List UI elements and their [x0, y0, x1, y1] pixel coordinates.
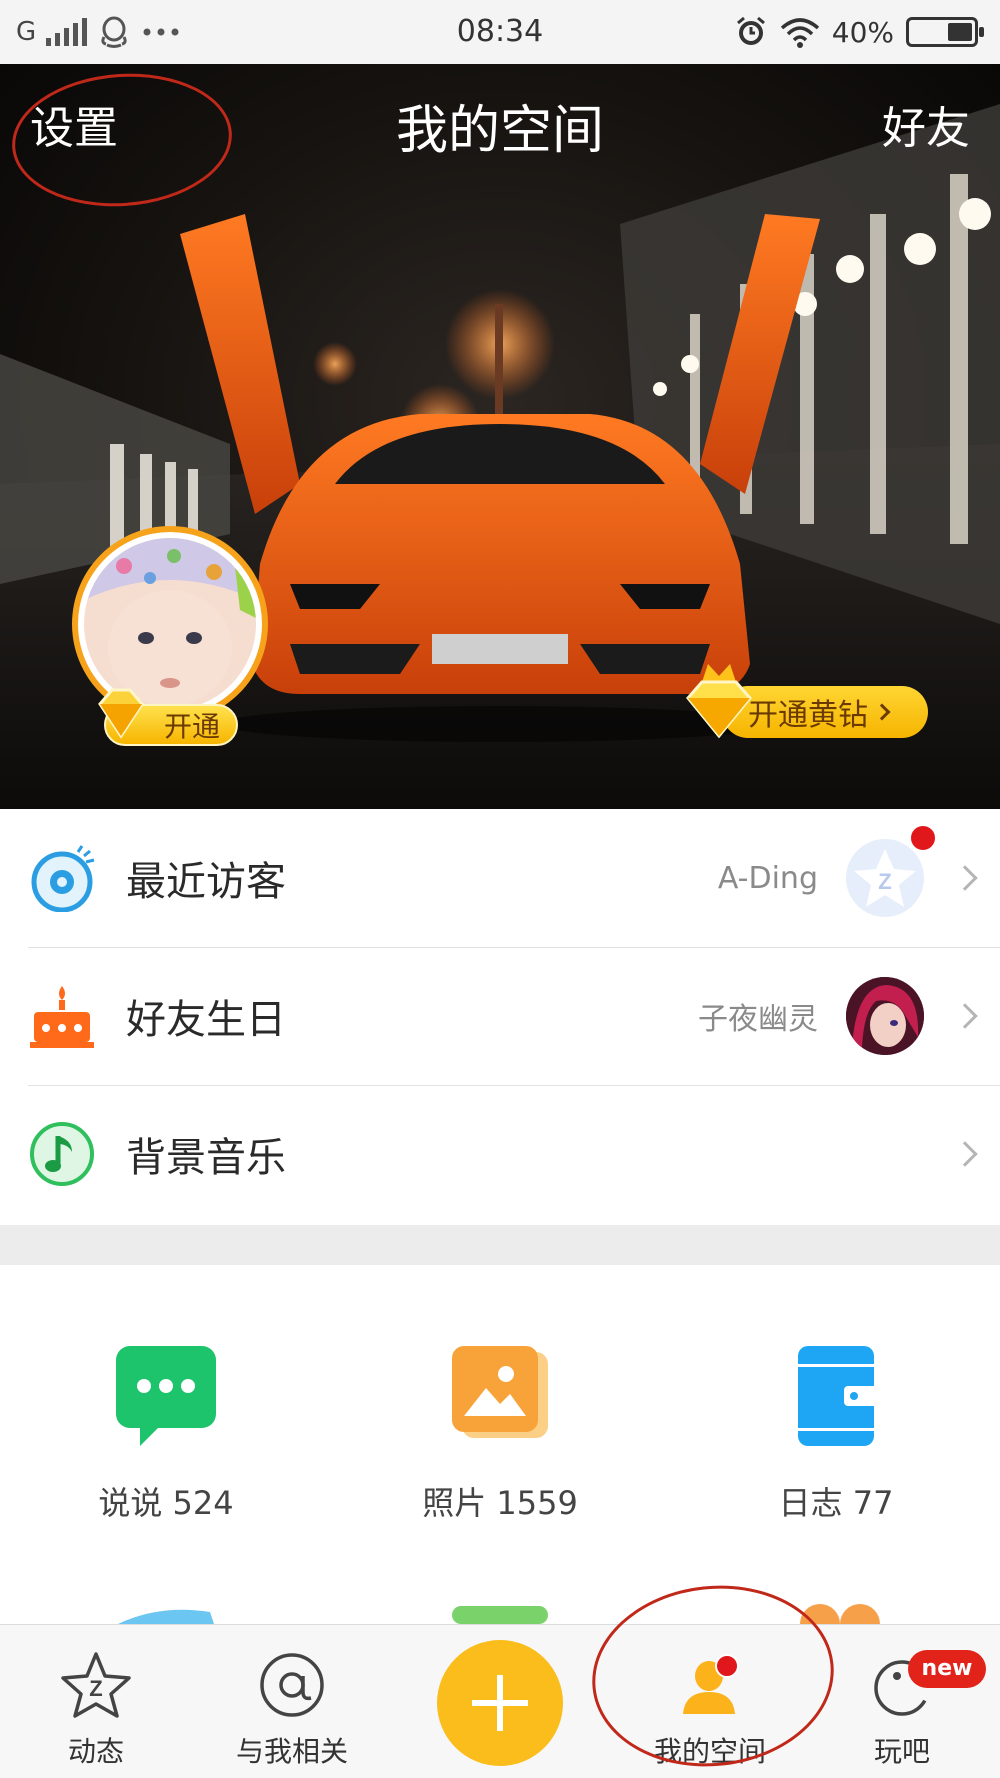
battery-percent: 40%	[831, 15, 894, 49]
eye-icon	[31, 845, 95, 912]
battery-icon	[906, 17, 984, 47]
friends-button[interactable]: 好友	[882, 92, 970, 156]
diary-icon	[784, 1344, 888, 1448]
grid-label: 日志 77	[778, 1484, 894, 1522]
list-item-friend-birthdays[interactable]: 好友生日 子夜幽灵	[0, 947, 1000, 1085]
at-icon	[260, 1653, 324, 1717]
row-label: 好友生日	[126, 997, 286, 1043]
list-item-background-music[interactable]: 背景音乐	[0, 1085, 1000, 1223]
photo-icon	[448, 1344, 552, 1448]
partial-grid-icons	[118, 1604, 880, 1624]
status-right: 40%	[734, 12, 984, 52]
status-bar: G 08:34 40%	[0, 0, 1000, 64]
tab-label: 与我相关	[235, 1735, 348, 1768]
star-z-icon: Z	[61, 1652, 131, 1718]
notification-dot	[908, 823, 938, 853]
grid-item-diary[interactable]: 日志 77	[706, 1344, 966, 1524]
tab-related-to-me[interactable]: 与我相关	[212, 1624, 372, 1778]
grid-item-photos[interactable]: 照片 1559	[370, 1344, 630, 1524]
grid-label: 照片 1559	[422, 1484, 578, 1522]
open-vip-label: 开通	[163, 710, 220, 743]
crown-diamond-icon	[686, 664, 752, 739]
row-value: 子夜幽灵	[698, 1002, 818, 1037]
cake-icon	[30, 986, 94, 1048]
chevron-right-icon	[873, 703, 891, 721]
music-note-icon	[30, 1122, 94, 1186]
tab-play[interactable]: 玩吧	[822, 1624, 982, 1778]
svg-text:Z: Z	[878, 869, 891, 894]
new-badge: new	[908, 1650, 986, 1688]
alarm-icon	[736, 16, 765, 45]
list-item-recent-visitors[interactable]: 最近访客 A-Ding Z	[0, 809, 1000, 947]
open-yellow-diamond-label: 开通黄钻	[748, 698, 868, 733]
tab-label: 玩吧	[873, 1735, 930, 1768]
battery-level-fill	[948, 23, 972, 41]
chevron-right-icon	[952, 1141, 978, 1167]
grid-item-shuoshuo[interactable]: 说说 524	[36, 1344, 296, 1524]
tab-feed[interactable]: Z 动态	[16, 1624, 176, 1778]
tab-label: 动态	[67, 1735, 124, 1768]
friend-avatar	[846, 977, 924, 1055]
profile-menu-list: 最近访客 A-Ding Z 好友生日 子夜幽灵 背景音乐	[0, 809, 1000, 1223]
visitor-avatar: Z	[846, 839, 924, 917]
chevron-right-icon	[952, 865, 978, 891]
add-post-button[interactable]	[437, 1640, 563, 1766]
section-divider	[0, 1225, 1000, 1265]
row-label: 最近访客	[126, 859, 286, 905]
diamond-icon	[98, 688, 144, 739]
grid-label: 说说 524	[98, 1484, 234, 1522]
row-value: A-Ding	[717, 860, 818, 896]
chevron-right-icon	[952, 1003, 978, 1029]
chat-bubble-icon	[114, 1344, 218, 1448]
svg-text:Z: Z	[89, 1676, 102, 1701]
wifi-icon	[780, 18, 819, 48]
row-label: 背景音乐	[126, 1135, 286, 1181]
cover-banner[interactable]: 设置 我的空间 好友 开通 开通黄钻	[0, 64, 1000, 809]
